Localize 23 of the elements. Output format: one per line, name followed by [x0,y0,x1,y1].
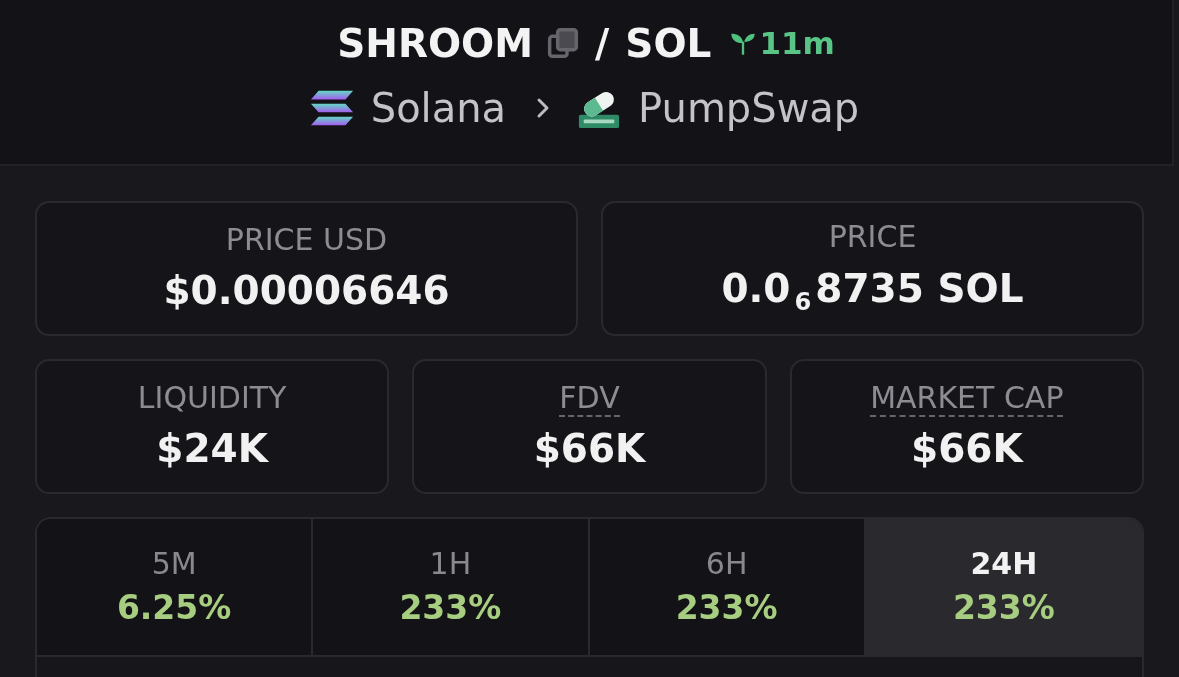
stat-label: PRICE USD [225,222,388,259]
stat-label: PRICE [828,220,917,257]
stat-label: FDV [559,380,620,418]
chevron-right-icon [536,97,551,119]
stat-value: 0.0$_{6}$8735 SOL [721,266,1024,317]
stat-value: $0.00006646 [163,269,450,315]
base-token-symbol: SHROOM [337,23,534,63]
stat-value: $66K [533,427,646,473]
stat-label: MARKET CAP [870,380,1064,418]
pair-age: 11m [759,27,835,59]
chain-name[interactable]: Solana [366,88,511,128]
price-change: 6.25% [116,590,232,627]
price-change: 233% [399,590,502,627]
price-change: 233% [675,590,778,627]
timeframe-tab[interactable]: 5M 6.25% [37,519,314,655]
stat-value: $66K [911,427,1023,473]
pair-separator: / [595,23,610,63]
stat-value: $24K [156,427,268,473]
copy-icon[interactable] [547,27,580,59]
stat-label: LIQUIDITY [137,380,287,417]
price-change: 233% [952,590,1055,627]
quote-token-symbol: SOL [625,23,712,63]
timeframe-tab[interactable]: 24H 233% [865,519,1142,655]
